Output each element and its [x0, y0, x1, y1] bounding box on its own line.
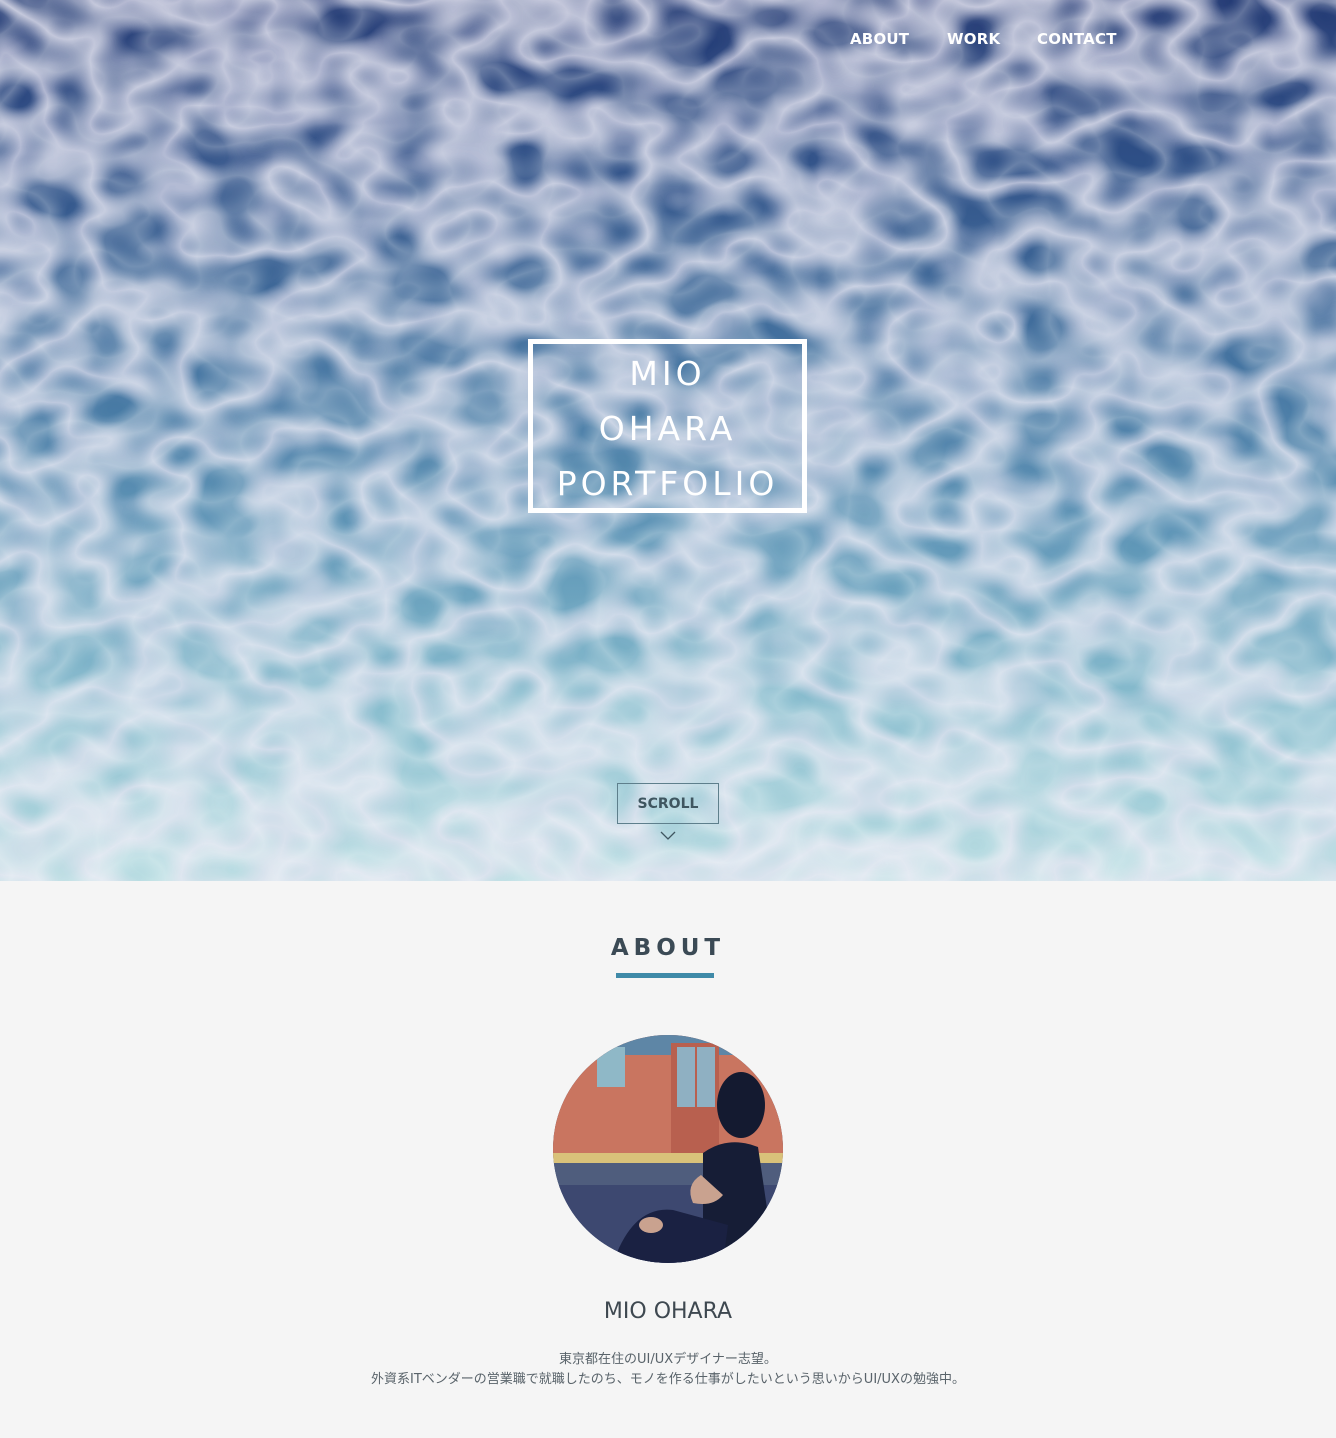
hero-title-line: PORTFOLIO [556, 464, 779, 503]
avatar [553, 1035, 783, 1263]
bio-line: 外資系ITベンダーの営業職で就職したのち、モノを作る仕事がしたいという思いからU… [371, 1372, 965, 1387]
profile-bio: 東京都在住のUI/UXデザイナー志望。 外資系ITベンダーの営業職で就職したのち… [0, 1350, 1336, 1390]
nav-link-about[interactable]: ABOUT [850, 30, 910, 48]
about-heading-underline [616, 973, 714, 978]
hero-title-box: MIO OHARA PORTFOLIO [528, 339, 807, 513]
profile-name: MIO OHARA [603, 1299, 733, 1324]
hero-section: ABOUT WORK CONTACT MIO OHARA PORTFOLIO S… [0, 0, 1336, 881]
nav-link-work[interactable]: WORK [947, 30, 1007, 48]
hero-title-line: OHARA [598, 409, 737, 448]
hero-title-line: MIO [629, 354, 706, 393]
chevron-down-icon[interactable] [660, 830, 676, 842]
bio-line: 東京都在住のUI/UXデザイナー志望。 [559, 1352, 777, 1367]
page: ABOUT WORK CONTACT MIO OHARA PORTFOLIO S… [0, 0, 1336, 1438]
nav-link-contact[interactable]: CONTACT [1037, 30, 1127, 48]
about-heading: ABOUT [610, 935, 726, 961]
scroll-button[interactable]: SCROLL [617, 783, 719, 824]
profile-photo [553, 1035, 783, 1263]
